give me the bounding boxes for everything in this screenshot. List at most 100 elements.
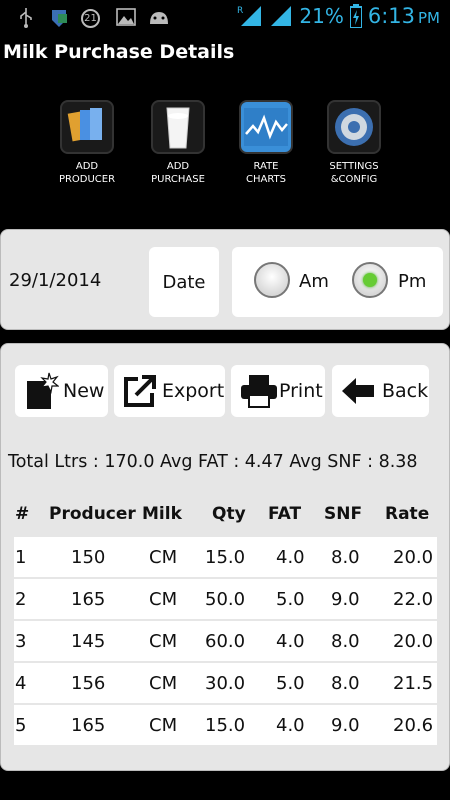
table-cell: 8.0 <box>331 631 360 652</box>
status-bar: 21 R 21% 6:13 PM <box>0 0 450 36</box>
table-cell: CM <box>149 715 178 736</box>
new-icon <box>27 372 59 409</box>
table-cell: 22.0 <box>393 589 434 610</box>
toolbar-label-line: PURCHASE <box>151 174 205 185</box>
table-cell: 9.0 <box>331 715 360 736</box>
table-cell: 50.0 <box>205 589 246 610</box>
table-cell: CM <box>149 631 178 652</box>
purchase-panel: New Export Print Back Total Ltrs : 170.0… <box>0 343 450 771</box>
battery-icon <box>349 4 362 28</box>
gear-icon <box>327 100 381 154</box>
back-label: Back <box>382 380 429 402</box>
printer-icon <box>241 375 277 408</box>
add-purchase-label: ADD PURCHASE <box>135 160 221 186</box>
signal-icon-2 <box>271 6 292 26</box>
icon-toolbar: ADD PRODUCER ADD PURCHASE RATE CHARTS SE… <box>0 100 450 195</box>
toolbar-label-line: RATE <box>253 161 279 172</box>
table-cell: 20.0 <box>393 631 434 652</box>
table-cell: 1 <box>15 547 27 568</box>
pm-label: Pm <box>398 271 427 292</box>
am-label: Am <box>299 271 329 292</box>
toolbar-label-line: ADD <box>166 161 190 172</box>
export-button[interactable]: Export <box>114 365 225 417</box>
table-cell: 165 <box>71 589 106 610</box>
table-cell: 5.0 <box>276 673 305 694</box>
print-label: Print <box>279 380 323 402</box>
table-cell: 20.6 <box>393 715 434 736</box>
new-label: New <box>63 380 105 402</box>
table-cell: 4 <box>15 673 27 694</box>
table-cell: 3 <box>15 631 27 652</box>
table-cell: 20.0 <box>393 547 434 568</box>
col-header-milk: Milk <box>142 504 182 524</box>
toolbar-label-line: &CONFIG <box>330 174 378 185</box>
table-cell: 4.0 <box>276 547 305 568</box>
table-cell: 150 <box>71 547 106 568</box>
export-icon <box>124 375 156 407</box>
notification-count-icon: 21 <box>81 9 100 28</box>
shield-icon <box>52 10 67 27</box>
table-cell: 15.0 <box>205 715 246 736</box>
table-cell: CM <box>149 673 178 694</box>
pm-radio[interactable] <box>352 262 388 298</box>
svg-text:R: R <box>237 6 243 16</box>
table-row[interactable]: 2 165 CM 50.0 5.0 9.0 22.0 <box>14 579 437 619</box>
battery-percent: 21% <box>299 4 344 28</box>
table-cell: 5 <box>15 715 27 736</box>
date-value: 29/1/2014 <box>9 270 102 291</box>
table-cell: 8.0 <box>331 673 360 694</box>
add-purchase-button[interactable]: ADD PURCHASE <box>135 100 221 186</box>
col-header-rate: Rate <box>385 504 430 524</box>
table-row[interactable]: 3 145 CM 60.0 4.0 8.0 20.0 <box>14 621 437 661</box>
col-header-index: # <box>15 504 30 524</box>
table-row[interactable]: 4 156 CM 30.0 5.0 8.0 21.5 <box>14 663 437 703</box>
new-button[interactable]: New <box>15 365 108 417</box>
table-cell: 5.0 <box>276 589 305 610</box>
toolbar-label-line: ADD <box>75 161 99 172</box>
add-producer-label: ADD PRODUCER <box>44 160 130 186</box>
arrow-left-icon <box>342 378 374 404</box>
col-header-qty: Qty <box>212 504 246 524</box>
table-header: # Producer Milk Qty FAT SNF Rate <box>1 504 450 528</box>
radio-selected-dot <box>363 273 377 287</box>
back-button[interactable]: Back <box>332 365 429 417</box>
am-radio[interactable] <box>254 262 290 298</box>
status-right: R 21% 6:13 PM <box>237 4 440 28</box>
totals-summary: Total Ltrs : 170.0 Avg FAT : 4.47 Avg SN… <box>8 452 418 472</box>
table-cell: 156 <box>71 673 106 694</box>
toolbar-label-line: SETTINGS <box>329 161 379 172</box>
table-cell: 2 <box>15 589 27 610</box>
settings-config-label: SETTINGS &CONFIG <box>311 160 397 186</box>
table-row[interactable]: 1 150 CM 15.0 4.0 8.0 20.0 <box>14 537 437 577</box>
add-producer-button[interactable]: ADD PRODUCER <box>44 100 130 186</box>
rate-charts-label: RATE CHARTS <box>223 160 309 186</box>
toolbar-label-line: PRODUCER <box>58 174 116 185</box>
image-icon <box>116 8 136 26</box>
milk-glass-icon <box>151 100 205 154</box>
table-cell: 4.0 <box>276 631 305 652</box>
col-header-fat: FAT <box>268 504 302 524</box>
date-panel: 29/1/2014 Date Am Pm <box>0 229 450 330</box>
table-cell: CM <box>149 589 178 610</box>
export-label: Export <box>162 380 225 402</box>
table-cell: 9.0 <box>331 589 360 610</box>
add-producer-icon <box>60 100 114 154</box>
settings-config-button[interactable]: SETTINGS &CONFIG <box>311 100 397 186</box>
print-button[interactable]: Print <box>231 365 325 417</box>
usb-icon <box>20 8 32 28</box>
table-cell: 165 <box>71 715 106 736</box>
table-cell: 145 <box>71 631 106 652</box>
table-row[interactable]: 5 165 CM 15.0 4.0 9.0 20.6 <box>14 705 437 745</box>
android-icon <box>150 12 168 24</box>
rate-charts-button[interactable]: RATE CHARTS <box>223 100 309 186</box>
rate-chart-icon <box>239 100 293 154</box>
col-header-producer: Producer <box>49 504 136 524</box>
page-title: Milk Purchase Details <box>3 41 235 63</box>
table-cell: 30.0 <box>205 673 246 694</box>
col-header-snf: SNF <box>324 504 363 524</box>
table-cell: 4.0 <box>276 715 305 736</box>
clock-time: 6:13 <box>367 4 415 28</box>
date-button[interactable]: Date <box>149 247 219 317</box>
table-cell: CM <box>149 547 178 568</box>
table-cell: 8.0 <box>331 547 360 568</box>
